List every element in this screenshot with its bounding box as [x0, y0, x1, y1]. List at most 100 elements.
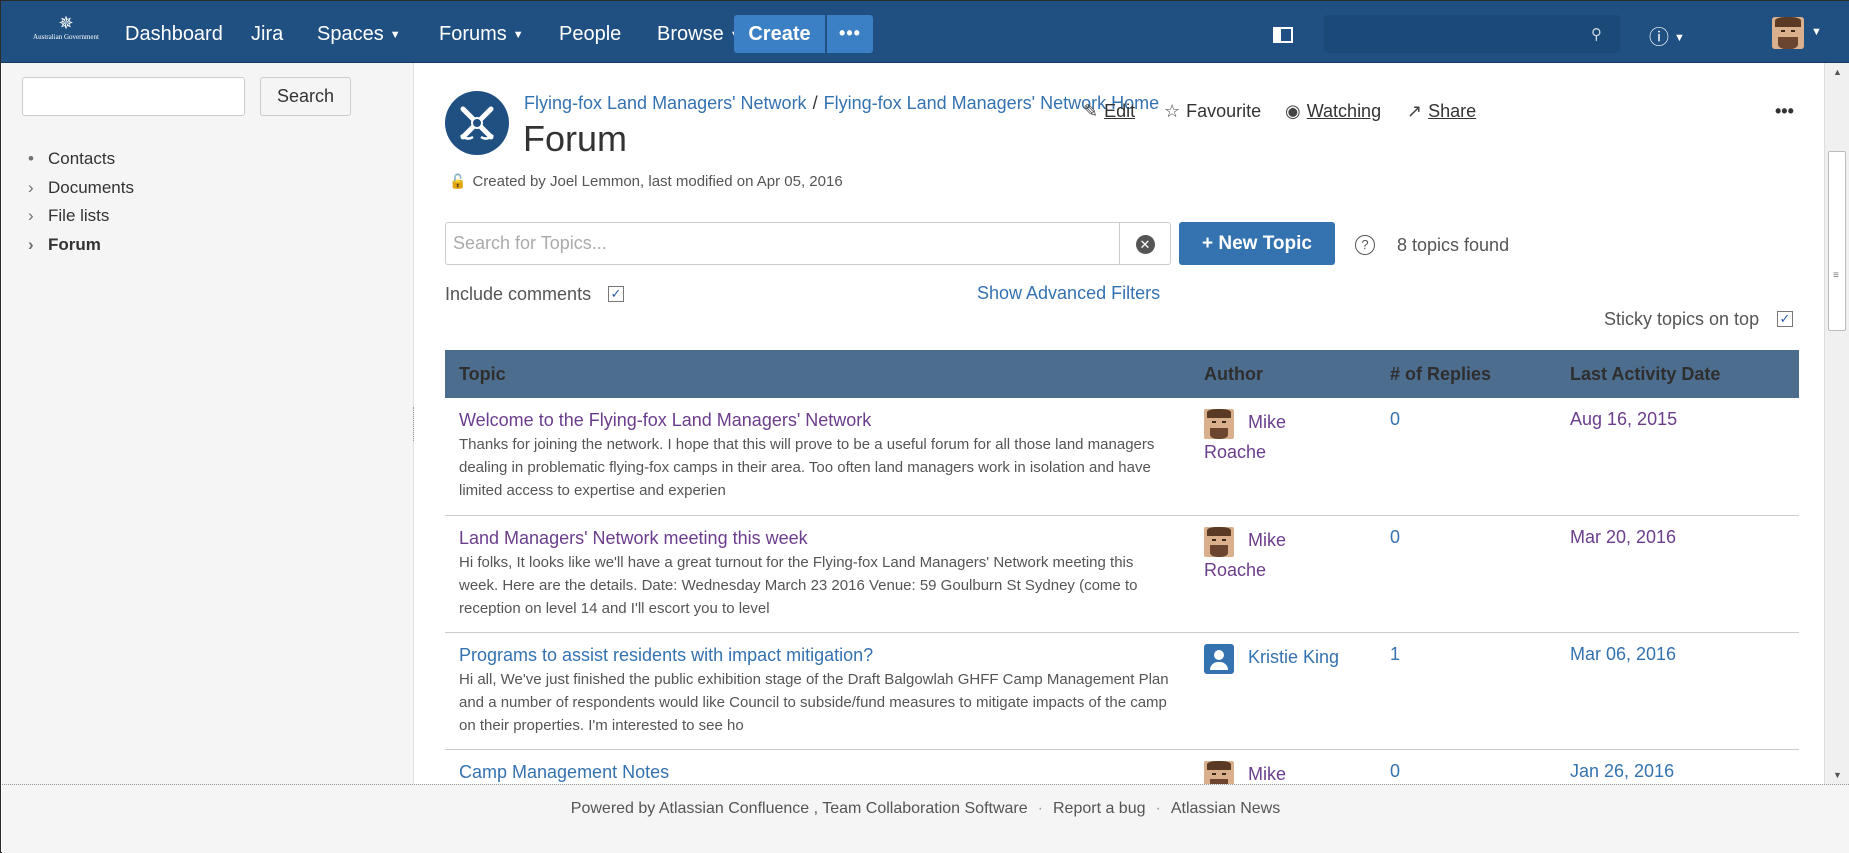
user-avatar[interactable]: [1772, 17, 1804, 49]
table-row: Land Managers' Network meeting this week…: [445, 515, 1799, 633]
pencil-icon: ✎: [1083, 101, 1099, 121]
footer-news-link[interactable]: Atlassian News: [1171, 800, 1280, 817]
chevron-right-icon[interactable]: ›: [28, 235, 48, 255]
reply-count: 0: [1390, 526, 1401, 547]
author-cell: Mike: [1190, 749, 1376, 784]
sticky-topics-checkbox[interactable]: ✓: [1777, 311, 1793, 327]
close-icon: ✕: [1135, 235, 1155, 254]
nav-browse[interactable]: Browse▼: [657, 22, 741, 47]
more-actions-button[interactable]: •••: [1775, 101, 1794, 122]
clear-search-button[interactable]: ✕: [1120, 222, 1171, 265]
author-name[interactable]: Kristie King: [1248, 647, 1339, 667]
footer-report-bug-link[interactable]: Report a bug: [1053, 800, 1146, 817]
breadcrumb-space[interactable]: Flying-fox Land Managers' Network: [524, 93, 807, 113]
topic-title-link[interactable]: Land Managers' Network meeting this week: [459, 527, 1176, 549]
topic-title-link[interactable]: Camp Management Notes: [459, 761, 1176, 783]
author-avatar[interactable]: [1204, 526, 1234, 557]
column-topic[interactable]: Topic: [445, 350, 1190, 398]
sidebar-search-button[interactable]: Search: [260, 77, 351, 116]
topic-search-input[interactable]: Search for Topics...: [445, 222, 1120, 265]
grip-icon: ≡: [1833, 270, 1839, 281]
reply-count: 0: [1390, 409, 1401, 429]
nav-jira[interactable]: Jira: [251, 22, 283, 46]
sidebar-item-label: File lists: [48, 206, 110, 225]
space-logo[interactable]: [445, 91, 509, 155]
table-header-row: Topic Author # of Replies Last Activity …: [445, 350, 1799, 398]
top-navigation: ✵ Australian Government Dashboard Jira S…: [1, 1, 1849, 63]
last-activity-date[interactable]: Mar 06, 2016: [1570, 644, 1676, 664]
sidebar-item-contacts[interactable]: • Contacts: [28, 149, 115, 169]
author-avatar[interactable]: [1204, 760, 1234, 784]
table-row: Programs to assist residents with impact…: [445, 632, 1799, 750]
advanced-filters-link[interactable]: Show Advanced Filters: [977, 283, 1160, 304]
share-button[interactable]: ↗ Share: [1407, 101, 1476, 122]
scroll-up-arrow-icon[interactable]: ▲: [1833, 67, 1842, 77]
author-name-first[interactable]: Mike: [1248, 530, 1286, 550]
page-footer: Powered by Atlassian Confluence , Team C…: [2, 784, 1849, 853]
nav-spaces-label: Spaces: [317, 23, 384, 45]
include-comments-label: Include comments: [445, 284, 592, 304]
edit-button[interactable]: ✎ Edit: [1083, 101, 1135, 122]
topic-title-link[interactable]: Programs to assist residents with impact…: [459, 644, 1176, 666]
global-search-input[interactable]: ⚲: [1324, 15, 1620, 53]
topic-title-link[interactable]: Welcome to the Flying-fox Land Managers'…: [459, 409, 1176, 431]
new-topic-button[interactable]: + New Topic: [1179, 222, 1335, 265]
nav-spaces[interactable]: Spaces ▼: [317, 22, 401, 47]
australian-government-logo[interactable]: ✵ Australian Government: [25, 13, 107, 55]
column-last-activity[interactable]: Last Activity Date: [1556, 350, 1799, 398]
author-name-last[interactable]: Roache: [1204, 442, 1266, 462]
search-icon: ⚲: [1591, 26, 1602, 43]
footer-links: Powered by Atlassian Confluence , Team C…: [2, 800, 1849, 818]
nav-dashboard[interactable]: Dashboard: [125, 22, 223, 46]
author-name-last[interactable]: Roache: [1204, 560, 1266, 580]
author-name-first[interactable]: Mike: [1248, 412, 1286, 432]
include-comments-checkbox[interactable]: ✓: [608, 286, 624, 302]
page-title: Forum: [523, 118, 628, 159]
sidebar-search-input[interactable]: [22, 77, 245, 116]
column-replies[interactable]: # of Replies: [1376, 350, 1556, 398]
nav-forums[interactable]: Forums ▼: [439, 22, 524, 47]
footer-powered-link[interactable]: Powered by Atlassian Confluence , Team C…: [571, 800, 1028, 817]
author-avatar[interactable]: [1204, 643, 1234, 674]
chevron-down-icon: ▼: [389, 29, 401, 41]
last-activity-date[interactable]: Jan 26, 2016: [1570, 761, 1674, 781]
unlock-icon[interactable]: 🔓: [449, 173, 466, 190]
page-byline: 🔓 Created by Joel Lemmon, last modified o…: [449, 173, 843, 190]
byline-text: Created by Joel Lemmon, last modified on…: [472, 173, 843, 190]
breadcrumb: Flying-fox Land Managers' Network / Flying…: [524, 93, 1159, 114]
author-cell: Mike Roache: [1190, 515, 1376, 633]
footer-separator: ·: [1037, 800, 1043, 817]
sidebar-item-documents[interactable]: › Documents: [28, 178, 134, 198]
watching-button[interactable]: ◉ Watching: [1285, 101, 1381, 122]
last-activity-date[interactable]: Mar 20, 2016: [1570, 527, 1676, 547]
help-icon[interactable]: ?: [1355, 235, 1375, 255]
favourite-button[interactable]: ☆ Favourite: [1164, 101, 1261, 122]
create-button[interactable]: Create: [734, 15, 825, 53]
author-avatar[interactable]: [1204, 409, 1234, 439]
nav-people[interactable]: People: [559, 22, 621, 46]
sidebar-item-label: Forum: [48, 235, 101, 254]
author-name-first[interactable]: Mike: [1248, 764, 1286, 784]
sidebar-item-forum[interactable]: › Forum: [28, 235, 101, 255]
star-icon: ☆: [1164, 101, 1181, 121]
scrollbar-thumb[interactable]: ≡: [1828, 151, 1846, 331]
sidebar-item-file-lists[interactable]: › File lists: [28, 206, 109, 226]
reply-count: 0: [1390, 760, 1401, 781]
help-menu[interactable]: ⓘ ▼: [1649, 21, 1685, 50]
chevron-down-icon[interactable]: ▼: [1811, 26, 1822, 38]
left-sidebar: Search • Contacts › Documents › File lists …: [2, 63, 414, 784]
scroll-down-arrow-icon[interactable]: ▼: [1833, 770, 1842, 780]
page-scrollbar[interactable]: ▲ ≡ ▼: [1824, 63, 1849, 784]
create-more-button[interactable]: •••: [827, 15, 873, 53]
footer-separator: ·: [1155, 800, 1161, 817]
chevron-right-icon[interactable]: ›: [28, 178, 48, 198]
favourite-label: Favourite: [1186, 101, 1262, 121]
sticky-topics-label: Sticky topics on top: [1604, 309, 1760, 329]
sidebar-item-label: Contacts: [48, 149, 116, 168]
last-activity-date[interactable]: Aug 16, 2015: [1570, 409, 1677, 429]
column-author[interactable]: Author: [1190, 350, 1376, 398]
logo-text: Australian Government: [33, 33, 99, 41]
reply-count: 1: [1390, 643, 1401, 664]
sidebar-toggle-icon[interactable]: [1273, 27, 1293, 43]
chevron-right-icon[interactable]: ›: [28, 206, 48, 226]
